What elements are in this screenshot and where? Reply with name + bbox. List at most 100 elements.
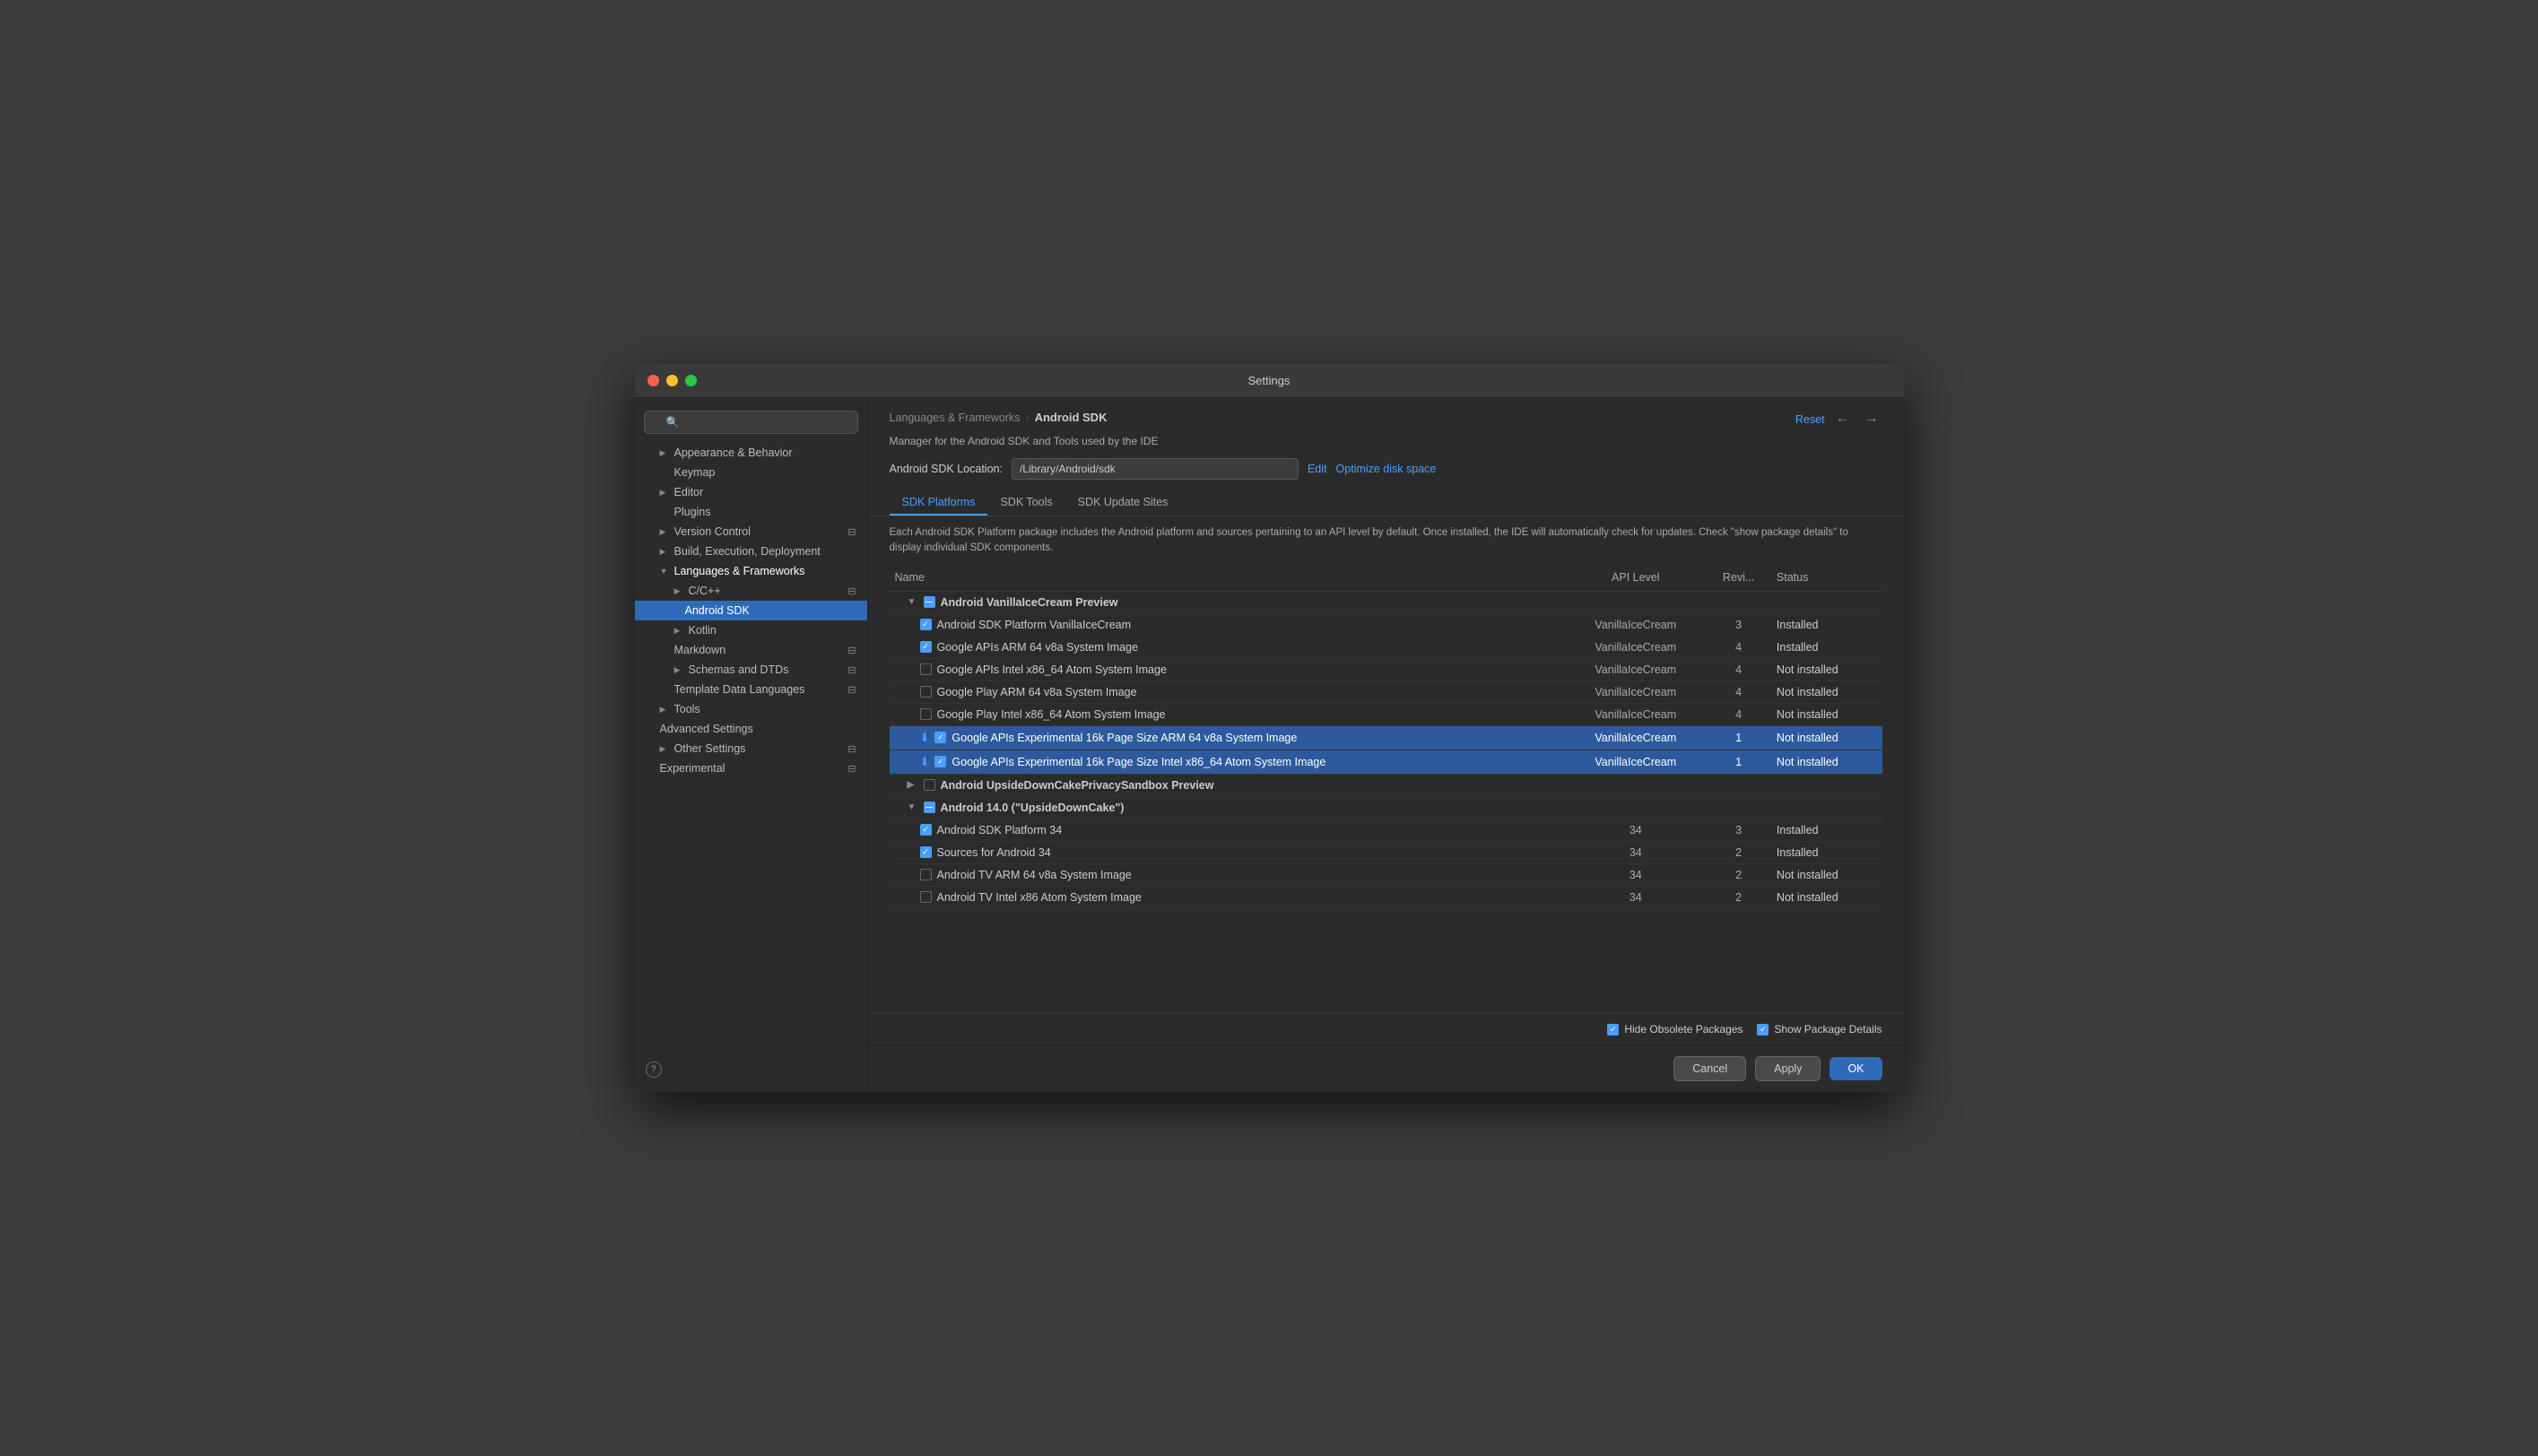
cell-status: Not installed: [1771, 863, 1882, 886]
sdk-location-input[interactable]: [1012, 458, 1299, 480]
sidebar-item-keymap[interactable]: Keymap: [635, 463, 867, 482]
table-row[interactable]: ▼ Android 14.0 ("UpsideDownCake"): [890, 796, 1882, 819]
show-details-row: Show Package Details: [1757, 1023, 1882, 1036]
cell-status: [1771, 796, 1882, 819]
table-row[interactable]: ⬇ Google APIs Experimental 16k Page Size…: [890, 750, 1882, 774]
table-row[interactable]: Sources for Android 34 34 2 Installed: [890, 841, 1882, 863]
sidebar-item-advanced[interactable]: Advanced Settings: [635, 719, 867, 739]
cell-rev: 3: [1706, 613, 1771, 636]
sidebar-item-experimental[interactable]: Experimental ⊟: [635, 758, 867, 778]
item-checkbox[interactable]: [920, 686, 932, 698]
cell-name: Android SDK Platform VanillaIceCream: [895, 619, 1560, 631]
cancel-button[interactable]: Cancel: [1673, 1056, 1746, 1081]
cell-rev: 4: [1706, 703, 1771, 725]
apply-button[interactable]: Apply: [1755, 1056, 1821, 1081]
chevron-down-icon: ▼: [660, 567, 671, 576]
hide-obsolete-row: Hide Obsolete Packages: [1607, 1023, 1743, 1036]
table-row[interactable]: ▶ Android UpsideDownCakePrivacySandbox P…: [890, 774, 1882, 796]
sidebar-item-label: Appearance & Behavior: [674, 446, 793, 459]
maximize-button[interactable]: [685, 375, 697, 386]
cell-rev: 2: [1706, 886, 1771, 908]
hide-obsolete-checkbox[interactable]: [1607, 1024, 1619, 1036]
sidebar-item-label: Android SDK: [685, 604, 750, 617]
table-row[interactable]: Google Play Intel x86_64 Atom System Ima…: [890, 703, 1882, 725]
table-row[interactable]: ⬇ Google APIs Experimental 16k Page Size…: [890, 725, 1882, 750]
table-row[interactable]: Android TV ARM 64 v8a System Image 34 2 …: [890, 863, 1882, 886]
cell-name: Google APIs ARM 64 v8a System Image: [895, 641, 1560, 654]
group-checkbox[interactable]: [924, 802, 935, 813]
search-input[interactable]: [644, 411, 858, 434]
tab-sdk-platforms[interactable]: SDK Platforms: [890, 490, 988, 516]
main-content: 🔍 ▶ Appearance & Behavior Keymap ▶ Edito…: [635, 398, 1904, 1092]
chevron-right-icon: ▶: [660, 527, 671, 537]
close-button[interactable]: [648, 375, 659, 386]
item-checkbox[interactable]: [934, 756, 946, 767]
sidebar-item-languages[interactable]: ▼ Languages & Frameworks: [635, 561, 867, 581]
sdk-table-area: Each Android SDK Platform package includ…: [868, 516, 1904, 1013]
sidebar-item-markdown[interactable]: Markdown ⊟: [635, 640, 867, 660]
sidebar-item-label: Markdown: [674, 644, 726, 656]
item-checkbox[interactable]: [920, 824, 932, 836]
expand-icon: ▶: [908, 780, 918, 790]
sidebar-bottom: ?: [635, 1054, 867, 1085]
search-bar: 🔍: [635, 405, 867, 443]
table-row[interactable]: Google Play ARM 64 v8a System Image Vani…: [890, 680, 1882, 703]
main-panel: Languages & Frameworks › Android SDK Man…: [868, 398, 1904, 1092]
group-checkbox[interactable]: [924, 596, 935, 608]
nav-back-button[interactable]: ←: [1832, 411, 1854, 427]
table-row[interactable]: Google APIs Intel x86_64 Atom System Ima…: [890, 658, 1882, 680]
sdk-location-row: Android SDK Location: Edit Optimize disk…: [890, 458, 1437, 480]
sidebar-item-other[interactable]: ▶ Other Settings ⊟: [635, 739, 867, 758]
table-row[interactable]: Android SDK Platform 34 34 3 Installed: [890, 819, 1882, 841]
cell-api: VanillaIceCream: [1565, 658, 1706, 680]
cell-name: ⬇ Google APIs Experimental 16k Page Size…: [895, 731, 1560, 745]
tab-sdk-update-sites[interactable]: SDK Update Sites: [1065, 490, 1181, 516]
item-checkbox[interactable]: [920, 641, 932, 653]
sidebar-item-android-sdk[interactable]: Android SDK: [635, 601, 867, 620]
table-footer: Hide Obsolete Packages Show Package Deta…: [868, 1013, 1904, 1044]
optimize-button[interactable]: Optimize disk space: [1336, 463, 1437, 475]
item-checkbox[interactable]: [934, 732, 946, 743]
sidebar-item-version-control[interactable]: ▶ Version Control ⊟: [635, 522, 867, 542]
sidebar-item-kotlin[interactable]: ▶ Kotlin: [635, 620, 867, 640]
minimize-button[interactable]: [666, 375, 678, 386]
chevron-right-icon: ▶: [674, 665, 685, 675]
ok-button[interactable]: OK: [1830, 1057, 1882, 1080]
table-row[interactable]: ▼ Android VanillaIceCream Preview: [890, 591, 1882, 613]
sidebar-item-appearance[interactable]: ▶ Appearance & Behavior: [635, 443, 867, 463]
group-checkbox[interactable]: [924, 779, 935, 791]
show-details-checkbox[interactable]: [1757, 1024, 1769, 1036]
sidebar-item-plugins[interactable]: Plugins: [635, 502, 867, 522]
table-row[interactable]: Android SDK Platform VanillaIceCream Van…: [890, 613, 1882, 636]
item-checkbox[interactable]: [920, 619, 932, 630]
item-checkbox[interactable]: [920, 663, 932, 675]
cell-rev: 2: [1706, 863, 1771, 886]
col-header-api: API Level: [1565, 564, 1706, 592]
sidebar-item-build[interactable]: ▶ Build, Execution, Deployment: [635, 542, 867, 561]
row-label: Sources for Android 34: [937, 846, 1051, 859]
sdk-table: Name API Level Revi... Status ▼: [890, 564, 1882, 909]
cell-api: VanillaIceCream: [1565, 725, 1706, 750]
sidebar-item-cpp[interactable]: ▶ C/C++ ⊟: [635, 581, 867, 601]
panel-header-row: Languages & Frameworks › Android SDK Man…: [890, 411, 1882, 490]
sidebar-item-schemas[interactable]: ▶ Schemas and DTDs ⊟: [635, 660, 867, 680]
item-checkbox[interactable]: [920, 891, 932, 903]
help-button[interactable]: ?: [646, 1062, 662, 1078]
sidebar-item-label: Plugins: [674, 506, 711, 518]
sidebar-item-editor[interactable]: ▶ Editor: [635, 482, 867, 502]
sidebar-item-tools[interactable]: ▶ Tools: [635, 699, 867, 719]
cell-name: ⬇ Google APIs Experimental 16k Page Size…: [895, 755, 1560, 769]
sdk-table-body: ▼ Android VanillaIceCream Preview: [890, 591, 1882, 908]
cell-status: Not installed: [1771, 750, 1882, 774]
sidebar-item-template[interactable]: Template Data Languages ⊟: [635, 680, 867, 699]
table-row[interactable]: Google APIs ARM 64 v8a System Image Vani…: [890, 636, 1882, 658]
cell-status: Installed: [1771, 819, 1882, 841]
reset-button[interactable]: Reset: [1795, 413, 1825, 426]
item-checkbox[interactable]: [920, 708, 932, 720]
nav-forward-button[interactable]: →: [1861, 411, 1882, 427]
item-checkbox[interactable]: [920, 869, 932, 880]
tab-sdk-tools[interactable]: SDK Tools: [987, 490, 1065, 516]
table-row[interactable]: Android TV Intel x86 Atom System Image 3…: [890, 886, 1882, 908]
edit-button[interactable]: Edit: [1308, 463, 1327, 475]
item-checkbox[interactable]: [920, 846, 932, 858]
